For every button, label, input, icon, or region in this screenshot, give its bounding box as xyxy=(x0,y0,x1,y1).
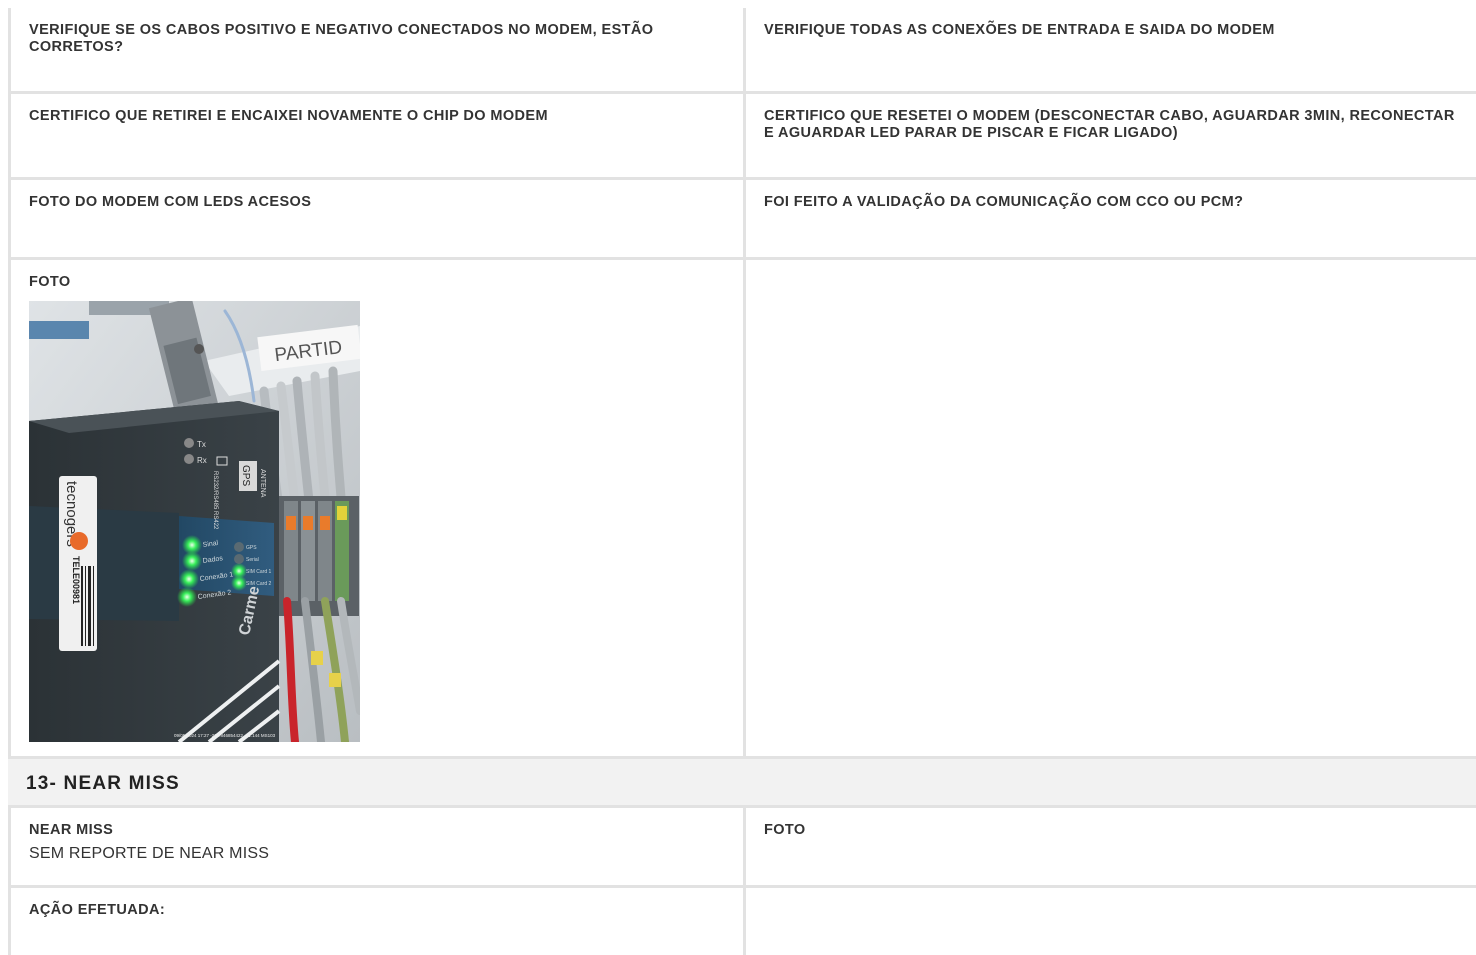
form-row: FOTO DO MODEM COM LEDS ACESOS FOI FEITO … xyxy=(11,180,1476,260)
form-cell-cabos: VERIFIQUE SE OS CABOS POSITIVO E NEGATIV… xyxy=(11,8,746,91)
near-miss-grid: NEAR MISS SEM REPORTE DE NEAR MISS FOTO … xyxy=(8,808,1476,955)
photo-port-name: RS232/RS485 RS422 xyxy=(212,471,218,530)
form-cell-acao: AÇÃO EFETUADA: xyxy=(11,888,746,955)
photo-barcode-text: TELE00981 xyxy=(71,556,81,604)
photo-port-rx: Rx xyxy=(197,456,207,465)
photo-gps-label: GPS xyxy=(240,465,251,486)
form-cell-conexoes: VERIFIQUE TODAS AS CONEXÕES DE ENTRADA E… xyxy=(746,8,1476,91)
form-cell-near-miss: NEAR MISS SEM REPORTE DE NEAR MISS xyxy=(11,808,746,885)
form-row: CERTIFICO QUE RETIREI E ENCAIXEI NOVAMEN… xyxy=(11,94,1476,180)
form-cell-reset: CERTIFICO QUE RESETEI O MODEM (DESCONECT… xyxy=(746,94,1476,177)
photo-led-sim1: SIM Card 1 xyxy=(246,569,272,575)
form-cell-foto-leds: FOTO DO MODEM COM LEDS ACESOS xyxy=(11,180,746,257)
photo-led-serial: Serial xyxy=(246,557,259,563)
photo-ant-label: ANTENA xyxy=(259,469,266,498)
modem-photo[interactable]: PARTID tecnogers TELE00981 Tx Rx RS232/R… xyxy=(29,301,360,742)
photo-led-gps: GPS xyxy=(246,545,257,551)
form-cell-foto: FOTO PARTID tecnogers TELE00981 Tx Rx RS… xyxy=(11,260,746,756)
form-row: AÇÃO EFETUADA: xyxy=(11,888,1476,955)
question-label: VERIFIQUE SE OS CABOS POSITIVO E NEGATIV… xyxy=(29,22,654,55)
form-cell-empty xyxy=(746,260,1476,756)
modem-photo-image: PARTID tecnogers TELE00981 Tx Rx RS232/R… xyxy=(29,301,360,742)
question-label: FOTO DO MODEM COM LEDS ACESOS xyxy=(29,194,312,210)
page: VERIFIQUE SE OS CABOS POSITIVO E NEGATIV… xyxy=(0,0,1476,955)
form-cell-chip: CERTIFICO QUE RETIREI E ENCAIXEI NOVAMEN… xyxy=(11,94,746,177)
question-label: CERTIFICO QUE RETIREI E ENCAIXEI NOVAMEN… xyxy=(29,108,548,124)
form-row: NEAR MISS SEM REPORTE DE NEAR MISS FOTO xyxy=(11,808,1476,888)
photo-timestamp: 09/05/2024 17:27 -23.7846854422 -51.144 … xyxy=(174,733,276,738)
form-cell-validacao: FOI FEITO A VALIDAÇÃO DA COMUNICAÇÃO COM… xyxy=(746,180,1476,257)
question-label: CERTIFICO QUE RESETEI O MODEM (DESCONECT… xyxy=(764,108,1455,141)
question-label: AÇÃO EFETUADA: xyxy=(29,902,166,918)
answer-value: SEM REPORTE DE NEAR MISS xyxy=(29,845,270,862)
question-label: FOTO xyxy=(29,274,71,290)
section-title: 13- NEAR MISS xyxy=(26,773,180,794)
form-grid: VERIFIQUE SE OS CABOS POSITIVO E NEGATIV… xyxy=(8,8,1476,756)
form-cell-acao-empty xyxy=(746,888,1476,955)
question-label: FOTO xyxy=(764,822,806,838)
photo-port-tx: Tx xyxy=(197,440,206,449)
question-label: FOI FEITO A VALIDAÇÃO DA COMUNICAÇÃO COM… xyxy=(764,194,1244,210)
near-miss-block: 13- NEAR MISS NEAR MISS SEM REPORTE DE N… xyxy=(8,756,1476,955)
form-row: VERIFIQUE SE OS CABOS POSITIVO E NEGATIV… xyxy=(11,8,1476,94)
section-header: 13- NEAR MISS xyxy=(8,756,1476,808)
question-label: VERIFIQUE TODAS AS CONEXÕES DE ENTRADA E… xyxy=(764,22,1275,38)
question-label: NEAR MISS xyxy=(29,822,114,838)
form-cell-near-miss-foto: FOTO xyxy=(746,808,1476,885)
form-row: FOTO PARTID tecnogers TELE00981 Tx Rx RS… xyxy=(11,260,1476,756)
